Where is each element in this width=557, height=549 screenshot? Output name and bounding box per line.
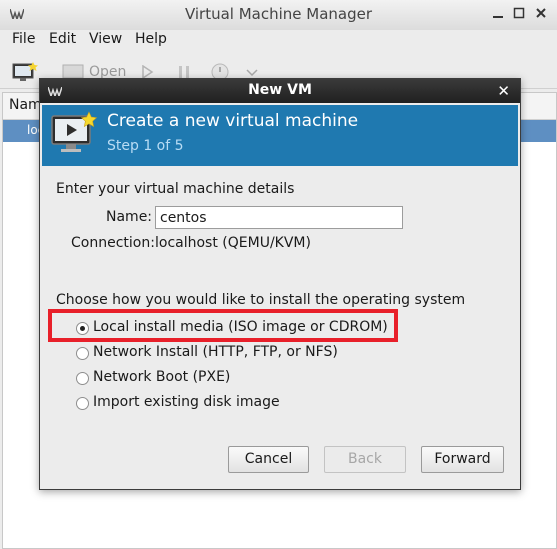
- dialog-titlebar: New VM ✕: [40, 79, 520, 103]
- radio-network-install[interactable]: [76, 347, 89, 360]
- back-button[interactable]: Back: [324, 446, 406, 473]
- close-icon[interactable]: [535, 7, 547, 19]
- banner-title: Create a new virtual machine: [107, 111, 359, 131]
- menu-edit[interactable]: Edit: [49, 31, 76, 47]
- banner-step: Step 1 of 5: [107, 138, 184, 154]
- run-icon: [142, 65, 154, 79]
- install-heading: Choose how you would like to install the…: [56, 292, 466, 308]
- pause-icon: [179, 66, 189, 78]
- connection-label: Connection:: [71, 235, 155, 251]
- name-field[interactable]: [155, 206, 403, 229]
- radio-network-boot[interactable]: [76, 372, 89, 385]
- menu-help[interactable]: Help: [135, 31, 167, 47]
- main-window-title: Virtual Machine Manager: [184, 5, 373, 23]
- menu-file[interactable]: File: [12, 31, 35, 47]
- new-vm-monitor-icon: [51, 111, 98, 152]
- dialog-banner: Create a new virtual machine Step 1 of 5: [42, 105, 518, 166]
- maximize-icon[interactable]: [513, 7, 525, 19]
- cancel-button[interactable]: Cancel: [228, 446, 309, 473]
- radio-import-disk[interactable]: [76, 397, 89, 410]
- option-import-disk-label[interactable]: Import existing disk image: [93, 394, 280, 410]
- main-titlebar: Virtual Machine Manager: [0, 0, 557, 31]
- chevron-down-icon: [246, 69, 258, 77]
- new-vm-dialog: New VM ✕ Create a new virtual machine St…: [39, 78, 521, 490]
- menu-view[interactable]: View: [89, 31, 122, 47]
- new-vm-icon[interactable]: [12, 61, 38, 83]
- dialog-close-icon[interactable]: ✕: [497, 82, 510, 100]
- list-header-name[interactable]: Nam: [9, 97, 42, 113]
- details-heading: Enter your virtual machine details: [56, 181, 295, 197]
- connection-value: localhost (QEMU/KVM): [155, 235, 311, 251]
- name-label: Name:: [106, 209, 153, 225]
- option-network-install-label[interactable]: Network Install (HTTP, FTP, or NFS): [93, 344, 338, 360]
- minimize-icon[interactable]: [492, 7, 504, 19]
- menubar: File Edit View Help: [0, 30, 557, 54]
- highlight-annotation: [48, 309, 398, 342]
- forward-button[interactable]: Forward: [421, 446, 504, 473]
- option-network-boot-label[interactable]: Network Boot (PXE): [93, 369, 230, 385]
- dialog-title: New VM: [248, 82, 312, 98]
